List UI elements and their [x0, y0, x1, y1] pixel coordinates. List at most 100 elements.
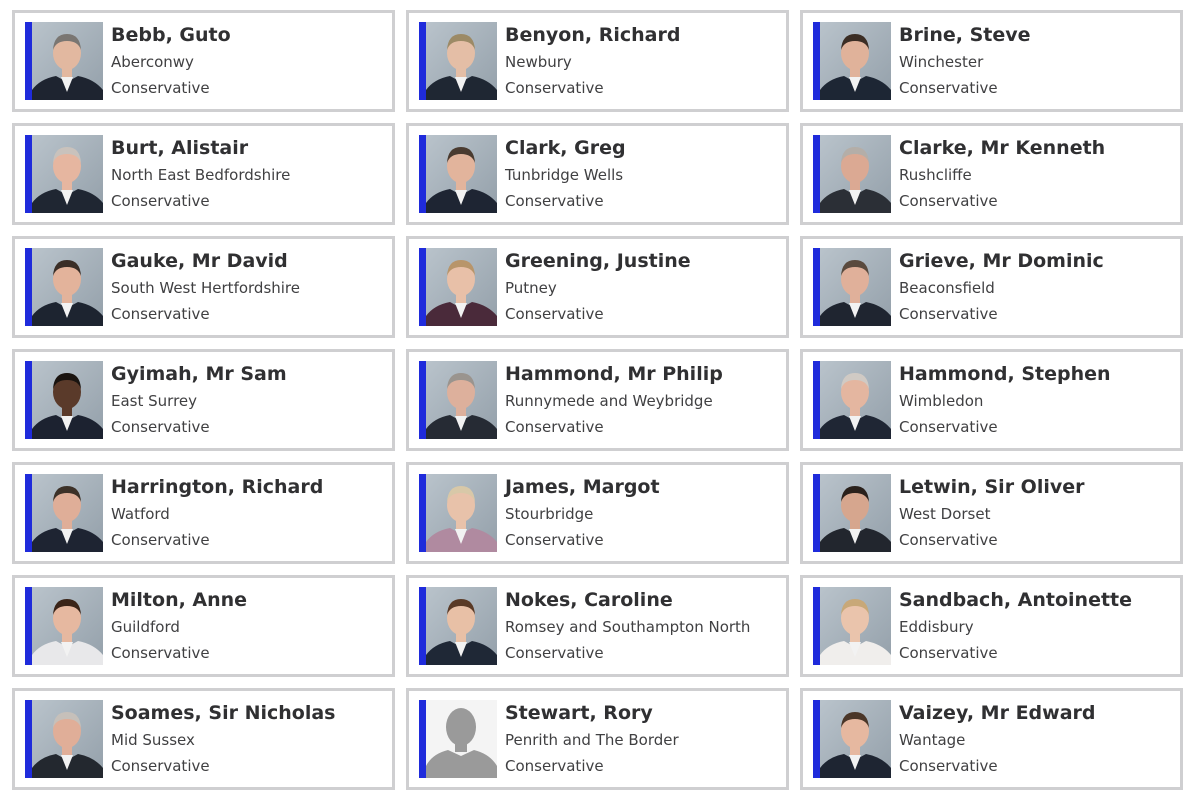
placeholder-avatar-icon: [419, 700, 497, 778]
member-name[interactable]: Letwin, Sir Oliver: [899, 473, 1174, 501]
member-constituency: Newbury: [505, 53, 572, 71]
member-card[interactable]: Grieve, Mr Dominic Beaconsfield Conservati…: [800, 236, 1183, 338]
member-constituency: Runnymede and Weybridge: [505, 392, 713, 410]
member-photo: [419, 361, 497, 439]
member-name[interactable]: Sandbach, Antoinette: [899, 586, 1174, 614]
member-party: Conservative: [899, 757, 998, 775]
member-photo: [813, 248, 891, 326]
member-photo: [419, 248, 497, 326]
member-constituency: Mid Sussex: [111, 731, 195, 749]
member-name[interactable]: Clarke, Mr Kenneth: [899, 134, 1174, 162]
member-party: Conservative: [899, 305, 998, 323]
member-party: Conservative: [505, 757, 604, 775]
member-card[interactable]: Bebb, Guto Aberconwy Conservative: [12, 10, 395, 112]
member-photo: [419, 474, 497, 552]
member-party: Conservative: [111, 531, 210, 549]
member-constituency: North East Bedfordshire: [111, 166, 291, 184]
member-card[interactable]: Benyon, Richard Newbury Conservative: [406, 10, 789, 112]
member-photo: [419, 135, 497, 213]
member-name[interactable]: Burt, Alistair: [111, 134, 386, 162]
member-party: Conservative: [899, 418, 998, 436]
member-photo: [25, 587, 103, 665]
member-photo: [813, 135, 891, 213]
member-party: Conservative: [505, 644, 604, 662]
member-constituency: Eddisbury: [899, 618, 974, 636]
member-constituency: Tunbridge Wells: [505, 166, 624, 184]
member-party: Conservative: [505, 192, 604, 210]
member-info: Harrington, Richard Watford Conservative: [111, 473, 386, 553]
member-constituency: Wimbledon: [899, 392, 984, 410]
member-name[interactable]: Gyimah, Mr Sam: [111, 360, 386, 388]
member-constituency: East Surrey: [111, 392, 198, 410]
member-name[interactable]: James, Margot: [505, 473, 780, 501]
member-name[interactable]: Brine, Steve: [899, 21, 1174, 49]
member-card[interactable]: Stewart, Rory Penrith and The Border Conse…: [406, 688, 789, 790]
member-card[interactable]: Vaizey, Mr Edward Wantage Conservative: [800, 688, 1183, 790]
member-photo: [419, 22, 497, 100]
member-info: Clark, Greg Tunbridge Wells Conservative: [505, 134, 780, 214]
member-constituency: Romsey and Southampton North: [505, 618, 751, 636]
member-card[interactable]: Burt, Alistair North East Bedfordshire Con…: [12, 123, 395, 225]
member-name[interactable]: Vaizey, Mr Edward: [899, 699, 1174, 727]
member-constituency: Beaconsfield: [899, 279, 995, 297]
member-card[interactable]: Letwin, Sir Oliver West Dorset Conservativ…: [800, 462, 1183, 564]
member-card[interactable]: Harrington, Richard Watford Conservative: [12, 462, 395, 564]
member-info: Milton, Anne Guildford Conservative: [111, 586, 386, 666]
member-name[interactable]: Milton, Anne: [111, 586, 386, 614]
member-party: Conservative: [899, 644, 998, 662]
member-constituency: Wantage: [899, 731, 966, 749]
member-party: Conservative: [899, 531, 998, 549]
member-info: Hammond, Mr Philip Runnymede and Weybridg…: [505, 360, 780, 440]
member-info: Letwin, Sir Oliver West Dorset Conservativ…: [899, 473, 1174, 553]
member-photo: [25, 135, 103, 213]
member-info: Soames, Sir Nicholas Mid Sussex Conservati…: [111, 699, 386, 779]
member-name[interactable]: Hammond, Mr Philip: [505, 360, 780, 388]
member-party: Conservative: [111, 192, 210, 210]
member-card[interactable]: Brine, Steve Winchester Conservative: [800, 10, 1183, 112]
member-card[interactable]: Hammond, Stephen Wimbledon Conservative: [800, 349, 1183, 451]
member-card[interactable]: Clark, Greg Tunbridge Wells Conservative: [406, 123, 789, 225]
member-photo: [813, 474, 891, 552]
member-party: Conservative: [111, 418, 210, 436]
member-info: Hammond, Stephen Wimbledon Conservative: [899, 360, 1174, 440]
member-name[interactable]: Harrington, Richard: [111, 473, 386, 501]
member-name[interactable]: Grieve, Mr Dominic: [899, 247, 1174, 275]
member-name[interactable]: Nokes, Caroline: [505, 586, 780, 614]
member-name[interactable]: Greening, Justine: [505, 247, 780, 275]
member-card[interactable]: Nokes, Caroline Romsey and Southampton No…: [406, 575, 789, 677]
member-card[interactable]: Gyimah, Mr Sam East Surrey Conservative: [12, 349, 395, 451]
member-info: Benyon, Richard Newbury Conservative: [505, 21, 780, 101]
member-card[interactable]: Milton, Anne Guildford Conservative: [12, 575, 395, 677]
member-card[interactable]: Sandbach, Antoinette Eddisbury Conservativ…: [800, 575, 1183, 677]
member-name[interactable]: Gauke, Mr David: [111, 247, 386, 275]
member-info: Grieve, Mr Dominic Beaconsfield Conservati…: [899, 247, 1174, 327]
member-constituency: Stourbridge: [505, 505, 594, 523]
member-photo: [25, 700, 103, 778]
member-party: Conservative: [505, 531, 604, 549]
member-info: Gauke, Mr David South West Hertfordshire C…: [111, 247, 386, 327]
member-name[interactable]: Benyon, Richard: [505, 21, 780, 49]
member-name[interactable]: Clark, Greg: [505, 134, 780, 162]
member-constituency: Guildford: [111, 618, 180, 636]
member-party: Conservative: [899, 192, 998, 210]
member-card[interactable]: Gauke, Mr David South West Hertfordshire C…: [12, 236, 395, 338]
member-card[interactable]: Hammond, Mr Philip Runnymede and Weybridg…: [406, 349, 789, 451]
member-info: Vaizey, Mr Edward Wantage Conservative: [899, 699, 1174, 779]
member-card[interactable]: Soames, Sir Nicholas Mid Sussex Conservati…: [12, 688, 395, 790]
member-constituency: Putney: [505, 279, 557, 297]
member-name[interactable]: Soames, Sir Nicholas: [111, 699, 386, 727]
member-constituency: Watford: [111, 505, 170, 523]
member-name[interactable]: Stewart, Rory: [505, 699, 780, 727]
member-constituency: Rushcliffe: [899, 166, 972, 184]
member-photo: [813, 22, 891, 100]
member-party: Conservative: [111, 757, 210, 775]
member-name[interactable]: Hammond, Stephen: [899, 360, 1174, 388]
member-name[interactable]: Bebb, Guto: [111, 21, 386, 49]
member-card[interactable]: Greening, Justine Putney Conservative: [406, 236, 789, 338]
member-constituency: Winchester: [899, 53, 984, 71]
members-grid: Bebb, Guto Aberconwy Conservative Benyon, …: [12, 10, 1184, 790]
member-info: James, Margot Stourbridge Conservative: [505, 473, 780, 553]
member-card[interactable]: James, Margot Stourbridge Conservative: [406, 462, 789, 564]
member-card[interactable]: Clarke, Mr Kenneth Rushcliffe Conservative: [800, 123, 1183, 225]
member-constituency: Penrith and The Border: [505, 731, 679, 749]
